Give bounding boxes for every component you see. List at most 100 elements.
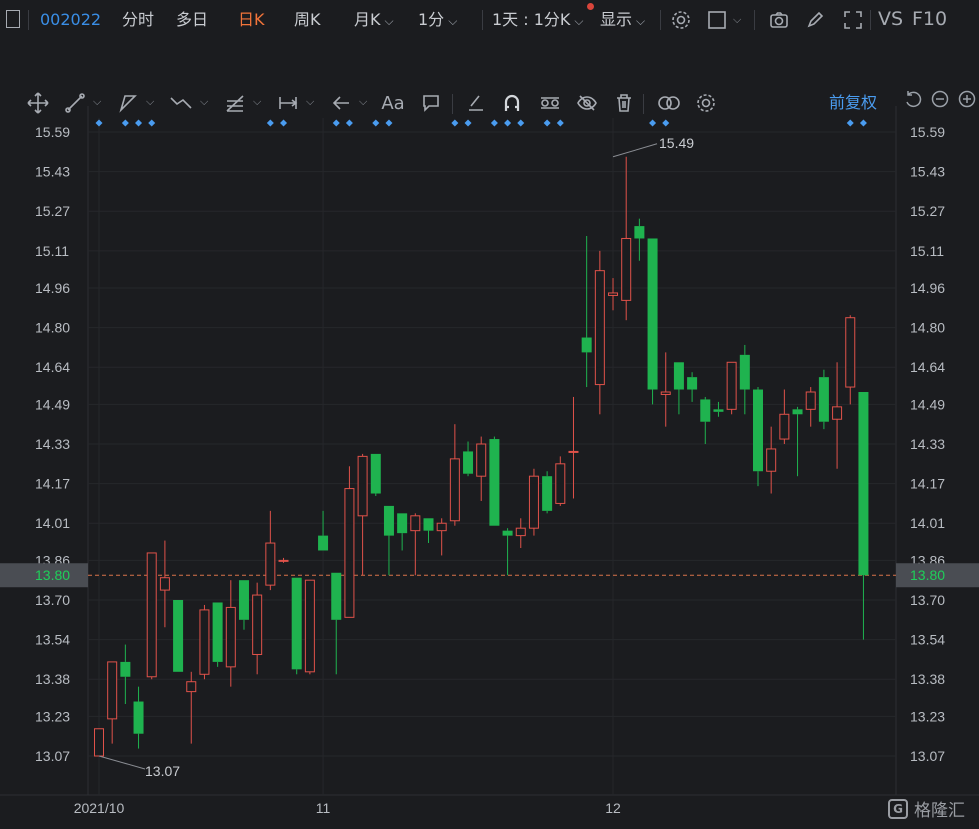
- y-tick-label-left: 13.70: [35, 592, 70, 608]
- candle-body: [555, 463, 566, 504]
- candle-up: [660, 352, 671, 427]
- candle-down: [370, 453, 381, 496]
- candle-down: [502, 528, 513, 576]
- candle-body: [502, 530, 513, 536]
- min-price-label: 13.07: [145, 763, 180, 779]
- candle-body: [291, 577, 302, 670]
- candle-up: [805, 387, 816, 427]
- candle-body: [713, 409, 724, 412]
- candle-down: [753, 387, 763, 487]
- y-tick-label-right: 13.54: [910, 632, 945, 648]
- candle-down: [173, 600, 184, 672]
- max-leader-line: [612, 143, 658, 158]
- candle-down: [700, 396, 711, 444]
- event-marker: [490, 119, 498, 127]
- candle-body: [173, 600, 184, 672]
- event-marker: [345, 119, 353, 127]
- y-tick-label-left: 13.07: [35, 748, 70, 764]
- candle-down: [397, 513, 408, 551]
- candle-up: [726, 361, 737, 415]
- y-tick-label-right: 15.59: [910, 124, 945, 140]
- candle-body: [278, 559, 289, 562]
- candle-body: [621, 237, 632, 301]
- brand-watermark: G 格隆汇: [888, 796, 965, 821]
- candle-body: [94, 728, 104, 757]
- candle-up: [199, 604, 210, 680]
- candle-body: [449, 458, 460, 522]
- candle-down: [463, 441, 474, 477]
- candlestick-chart[interactable]: 15.59 15.59 15.43 15.43 15.27 15.27 15.11 15.11…: [0, 0, 979, 829]
- candle-body: [766, 448, 777, 472]
- event-marker: [266, 119, 274, 127]
- candle-body: [357, 455, 368, 517]
- event-marker: [846, 119, 854, 127]
- candle-up: [594, 250, 605, 415]
- candle-body: [568, 450, 579, 453]
- y-tick-label-right: 13.38: [910, 671, 945, 687]
- candle-up: [528, 468, 539, 536]
- candle-down: [318, 510, 329, 551]
- x-tick-label: 2021/10: [74, 800, 125, 816]
- candle-down: [331, 572, 342, 675]
- y-tick-label-left: 15.11: [35, 243, 69, 259]
- y-tick-label-left: 15.27: [35, 203, 70, 219]
- candle-body: [133, 701, 144, 734]
- candle-body: [779, 413, 790, 440]
- candle-body: [805, 391, 816, 410]
- event-marker: [451, 119, 459, 127]
- y-tick-label-left: 14.96: [35, 280, 70, 296]
- candle-body: [265, 542, 276, 586]
- candle-down: [291, 577, 302, 675]
- candle-up: [845, 315, 856, 405]
- candle-down: [133, 686, 144, 749]
- candle-body: [542, 476, 553, 511]
- candle-body: [344, 488, 355, 618]
- candle-up: [410, 513, 421, 576]
- x-tick-label: 12: [605, 800, 621, 816]
- y-tick-label-right: 14.96: [910, 280, 945, 296]
- candle-body: [845, 317, 856, 388]
- current-price-label-right: 13.80: [910, 567, 945, 583]
- max-price-label: 15.49: [659, 135, 694, 151]
- y-tick-label-left: 14.01: [35, 515, 70, 531]
- y-tick-label-right: 15.43: [910, 164, 945, 180]
- candle-body: [832, 406, 843, 420]
- candle-body: [410, 515, 421, 532]
- candle-down: [581, 236, 592, 388]
- y-tick-label-left: 14.17: [35, 476, 70, 492]
- candle-down: [383, 505, 394, 576]
- event-marker: [543, 119, 551, 127]
- candle-down: [212, 602, 223, 667]
- candle-down: [423, 518, 434, 544]
- candle-up: [621, 156, 632, 321]
- candle-up: [107, 661, 118, 744]
- candle-body: [858, 392, 869, 576]
- brand-name: 格隆汇: [914, 801, 965, 821]
- event-marker: [517, 119, 525, 127]
- y-tick-label-left: 14.80: [35, 320, 70, 336]
- candle-body: [634, 226, 645, 239]
- y-tick-label-right: 14.80: [910, 320, 945, 336]
- candle-up: [555, 456, 566, 506]
- y-tick-label-right: 15.27: [910, 203, 945, 219]
- candle-body: [159, 577, 170, 591]
- y-tick-label-right: 14.64: [910, 359, 945, 375]
- candle-up: [344, 466, 355, 618]
- candle-body: [792, 409, 803, 415]
- candle-down: [818, 369, 829, 430]
- candle-body: [186, 681, 197, 693]
- candle-up: [304, 579, 315, 675]
- y-tick-label-right: 13.23: [910, 708, 945, 724]
- candle-down: [120, 644, 131, 704]
- event-marker: [504, 119, 512, 127]
- event-marker: [280, 119, 288, 127]
- candle-down: [238, 580, 249, 630]
- candle-down: [647, 238, 658, 405]
- candle-body: [687, 377, 698, 390]
- event-marker: [135, 119, 143, 127]
- current-price-label-left: 13.80: [35, 567, 70, 583]
- event-marker: [649, 119, 657, 127]
- candle-body: [212, 602, 223, 662]
- candle-body: [673, 362, 684, 390]
- candle-up: [186, 671, 197, 744]
